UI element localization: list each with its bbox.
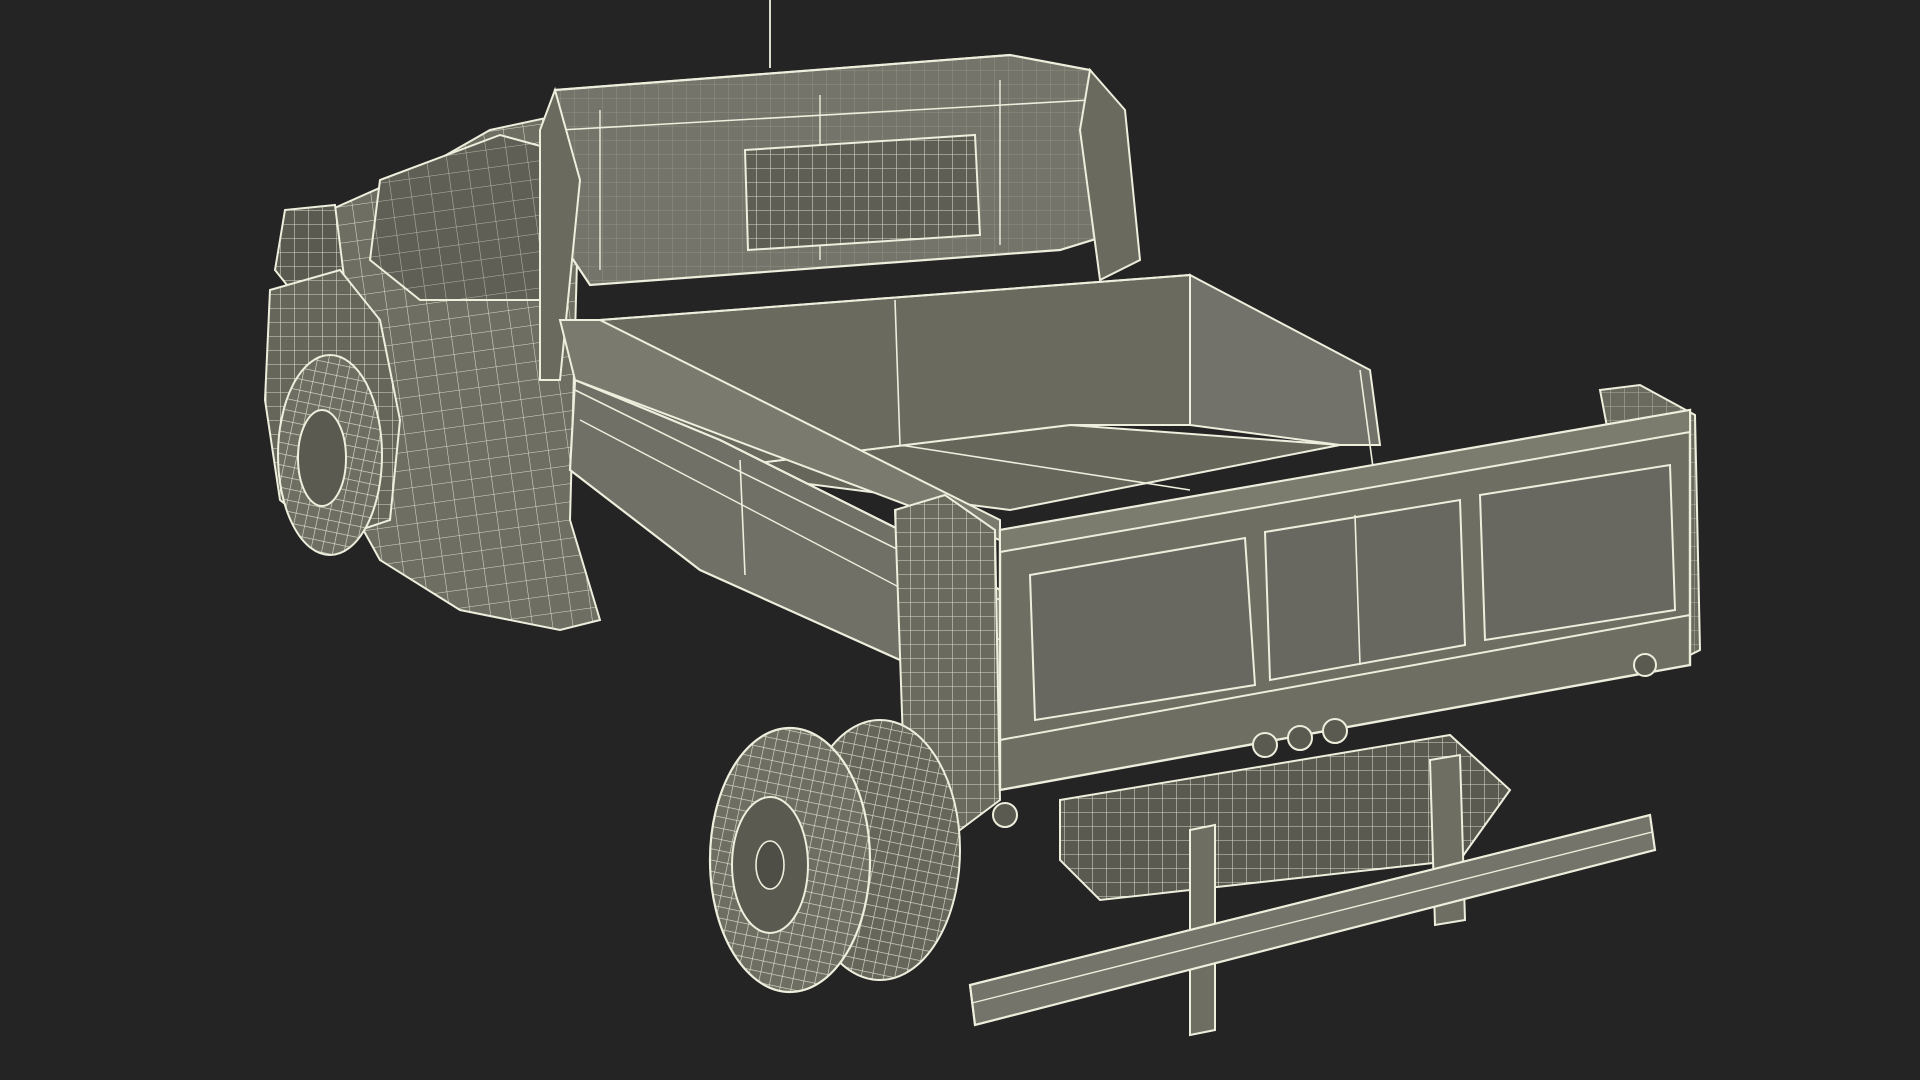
hinge-bolt-right xyxy=(1633,653,1657,677)
hinge-bolt-left xyxy=(992,802,1018,828)
rear-dual-wheels xyxy=(708,719,961,994)
front-wheel xyxy=(277,354,383,556)
render-viewport xyxy=(0,0,1920,1080)
headboard-grille xyxy=(743,133,982,252)
wireframe-dump-truck-render xyxy=(263,0,1702,1037)
bed-right-wall xyxy=(1189,273,1382,446)
